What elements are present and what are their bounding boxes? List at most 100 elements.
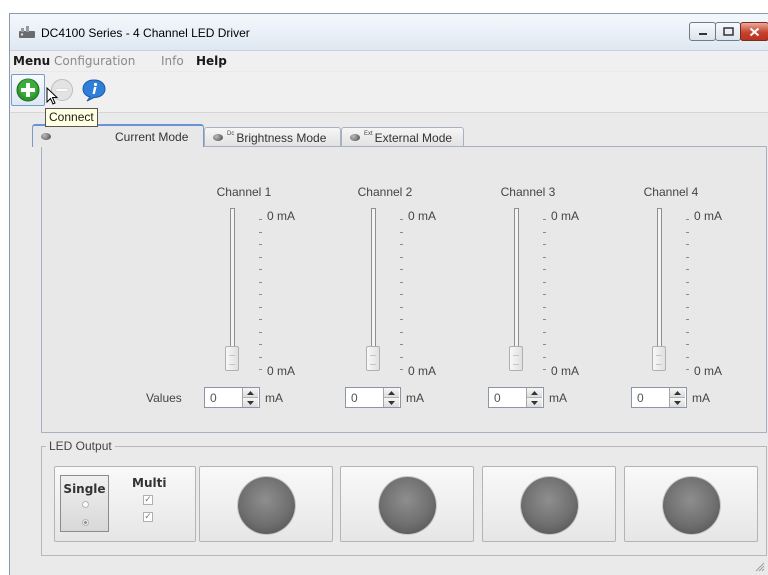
slider-tick: [400, 356, 403, 358]
slider-tick: [400, 269, 403, 270]
slider-tick: [686, 269, 689, 270]
spin-up-button[interactable]: [670, 388, 685, 398]
channel-min-label: 0 mA: [408, 364, 437, 378]
tab-current-mode[interactable]: Current Mode: [32, 124, 204, 147]
channel-value-spinner[interactable]: 0: [488, 387, 544, 408]
connect-button[interactable]: [11, 74, 45, 106]
values-label: Values: [146, 391, 182, 405]
arrow-up-icon: [531, 390, 538, 395]
arrow-up-icon: [247, 390, 254, 395]
slider-tick: [259, 369, 262, 370]
title-bar[interactable]: DC4100 Series - 4 Channel LED Driver: [10, 14, 768, 51]
channel-value-spinner[interactable]: 0: [631, 387, 687, 408]
menu-configuration[interactable]: Configuration: [54, 54, 135, 68]
info-button[interactable]: [77, 74, 111, 106]
channel-value-spinner[interactable]: 0: [345, 387, 401, 408]
multi-label: Multi: [132, 476, 167, 490]
channel-slider-thumb[interactable]: [509, 346, 523, 371]
minimize-button[interactable]: [689, 22, 716, 41]
menu-help[interactable]: Help: [196, 54, 227, 68]
channel-max-label: 0 mA: [694, 209, 723, 223]
single-radio-top[interactable]: [82, 501, 89, 508]
app-window: DC4100 Series - 4 Channel LED Driver Men…: [9, 13, 768, 575]
channel-title: Channel 2: [357, 185, 413, 199]
slider-tick: [686, 356, 689, 358]
slider-tick: [543, 344, 546, 345]
slider-tick: [686, 256, 689, 258]
slider-tick: [543, 369, 546, 370]
minimize-icon: [698, 32, 707, 35]
spin-down-button[interactable]: [384, 398, 399, 407]
single-mode-button[interactable]: Single: [60, 475, 109, 532]
menu-info[interactable]: Info: [161, 54, 184, 68]
channel-unit: mA: [406, 391, 424, 405]
channel-min-label: 0 mA: [694, 364, 723, 378]
slider-tick: [259, 269, 262, 270]
tab-external-mode[interactable]: Ext External Mode: [341, 127, 464, 147]
resize-grip-icon[interactable]: [755, 562, 765, 572]
slider-tick: [543, 256, 546, 258]
spin-down-button[interactable]: [670, 398, 685, 407]
channel-value[interactable]: 0: [210, 391, 217, 405]
channel-value[interactable]: 0: [494, 391, 501, 405]
slider-tick: [686, 319, 689, 320]
maximize-button[interactable]: [715, 22, 741, 41]
spin-up-button[interactable]: [527, 388, 542, 398]
channel-slider-thumb[interactable]: [366, 346, 380, 371]
maximize-icon: [722, 27, 734, 36]
arrow-up-icon: [388, 390, 395, 395]
led-4-box[interactable]: [624, 466, 758, 542]
slider-tick: [400, 319, 403, 320]
slider-tick: [686, 244, 689, 245]
slider-tick: [400, 281, 403, 283]
slider-tick: [686, 231, 689, 233]
channel-title: Channel 1: [216, 185, 272, 199]
slider-tick: [400, 344, 403, 345]
slider-tick: [259, 344, 262, 345]
slider-tick: [686, 219, 689, 220]
multi-checkbox-bottom[interactable]: ✓: [143, 512, 153, 522]
channel-slider-thumb[interactable]: [652, 346, 666, 371]
slider-tick: [259, 319, 262, 320]
channel-value[interactable]: 0: [637, 391, 644, 405]
slider-tick: [400, 294, 403, 295]
slider-tick: [543, 356, 546, 358]
slider-tick: [259, 294, 262, 295]
tab-brightness-mode[interactable]: Dc Brightness Mode: [204, 127, 341, 147]
led-1-indicator: [238, 477, 295, 534]
spin-up-button[interactable]: [243, 388, 258, 398]
arrow-up-icon: [674, 390, 681, 395]
slider-tick: [686, 306, 689, 308]
info-bubble-icon: [82, 79, 106, 102]
led-dot-icon: [41, 133, 51, 140]
spin-down-button[interactable]: [527, 398, 542, 407]
led-3-box[interactable]: [482, 466, 616, 542]
slider-tick: [543, 231, 546, 233]
led-dot-icon: [213, 134, 223, 141]
led-output-group: LED Output Single Multi ✓ ✓: [41, 439, 767, 556]
spin-down-button[interactable]: [243, 398, 258, 407]
menu-menu[interactable]: Menu: [13, 54, 50, 68]
slider-tick: [259, 356, 262, 358]
slider-tick: [400, 306, 403, 308]
slider-tick: [543, 281, 546, 283]
led-2-box[interactable]: [340, 466, 474, 542]
slider-tick: [686, 369, 689, 370]
channel-value-spinner[interactable]: 0: [204, 387, 260, 408]
slider-tick: [543, 331, 546, 333]
led-2-indicator: [379, 477, 436, 534]
slider-tick: [400, 331, 403, 333]
single-radio-bottom[interactable]: [82, 519, 89, 526]
slider-tick: [543, 319, 546, 320]
close-button[interactable]: [740, 22, 768, 41]
channel-min-label: 0 mA: [551, 364, 580, 378]
spin-up-button[interactable]: [384, 388, 399, 398]
tab-current-label: Current Mode: [115, 129, 189, 144]
channel-slider-thumb[interactable]: [225, 346, 239, 371]
channel-value[interactable]: 0: [351, 391, 358, 405]
arrow-down-icon: [531, 400, 538, 405]
led-1-box[interactable]: [199, 466, 333, 542]
slider-tick: [259, 306, 262, 308]
multi-checkbox-top[interactable]: ✓: [143, 495, 153, 505]
mouse-cursor-icon: [46, 87, 59, 105]
